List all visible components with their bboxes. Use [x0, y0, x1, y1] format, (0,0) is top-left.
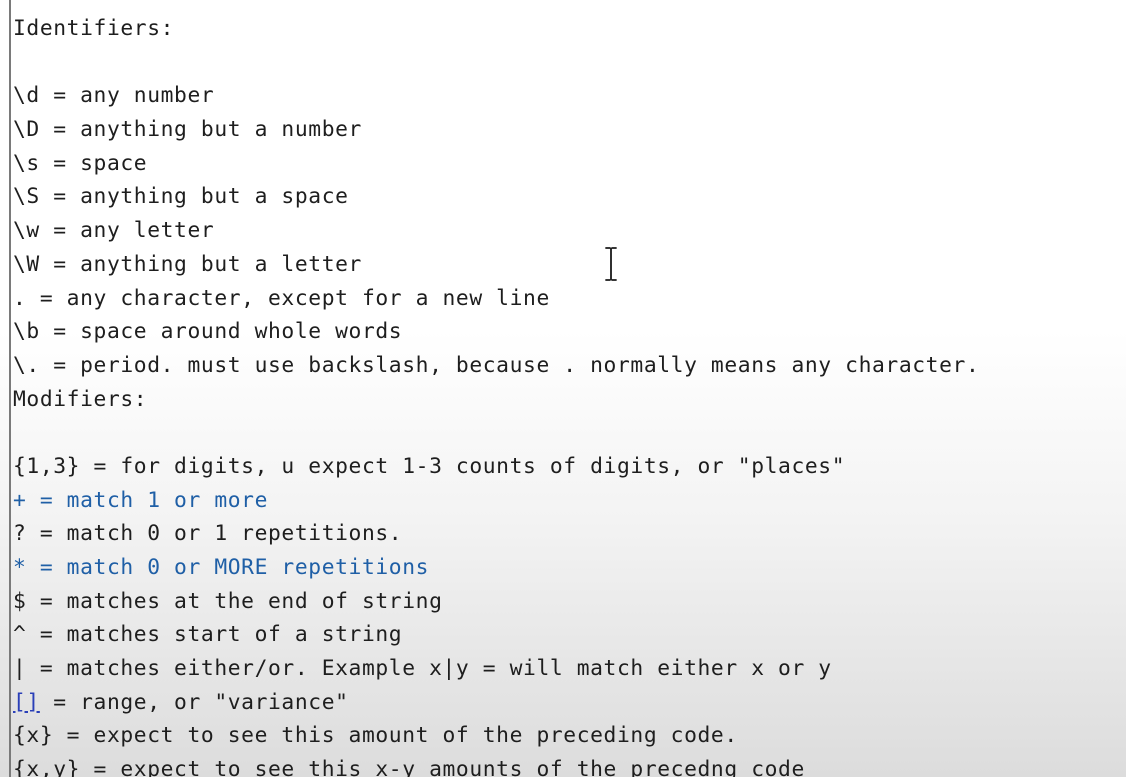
i-beam-cursor-icon	[604, 246, 618, 282]
line-digit: \d = any number	[13, 83, 215, 109]
line-modifiers-heading: Modifiers:	[13, 386, 148, 412]
line-blank	[13, 46, 979, 80]
line-star: * = match 0 or MORE repetitions	[13, 555, 430, 580]
range-description: = range, or "variance"	[39, 689, 349, 715]
line-any-char: . = any character, except for a new line	[13, 285, 550, 311]
line-plus: + = match 1 or more	[13, 487, 269, 513]
line-identifiers-heading: Identifiers:	[13, 16, 175, 41]
editor-left-border	[9, 0, 11, 777]
line-space: \s = space	[13, 150, 148, 176]
line-caret: ^ = matches start of a string	[13, 622, 403, 648]
matched-brackets: []	[13, 689, 40, 715]
editor-content[interactable]: Identifiers: \d = any number \D = anythi…	[13, 12, 979, 777]
line-question: ? = match 0 or 1 repetitions.	[13, 521, 403, 547]
text-editor[interactable]: Identifiers: \d = any number \D = anythi…	[0, 0, 1126, 777]
line-range-count: {x,y} = expect to see this x-y amounts o…	[13, 757, 805, 777]
line-blank	[13, 416, 979, 450]
line-non-letter: \W = anything but a letter	[13, 251, 362, 277]
line-range: [] = range, or "variance"	[13, 686, 979, 720]
line-count-range: {1,3} = for digits, u expect 1-3 counts …	[13, 453, 846, 479]
line-dollar: $ = matches at the end of string	[13, 588, 443, 614]
line-exact-count: {x} = expect to see this amount of the p…	[13, 723, 738, 749]
line-non-space: \S = anything but a space	[13, 184, 349, 210]
line-period: \. = period. must use backslash, because…	[13, 352, 980, 378]
line-word-boundary: \b = space around whole words	[13, 319, 403, 345]
line-letter: \w = any letter	[13, 218, 215, 244]
line-non-digit: \D = anything but a number	[13, 117, 362, 143]
line-pipe: | = matches either/or. Example x|y = wil…	[13, 656, 832, 682]
